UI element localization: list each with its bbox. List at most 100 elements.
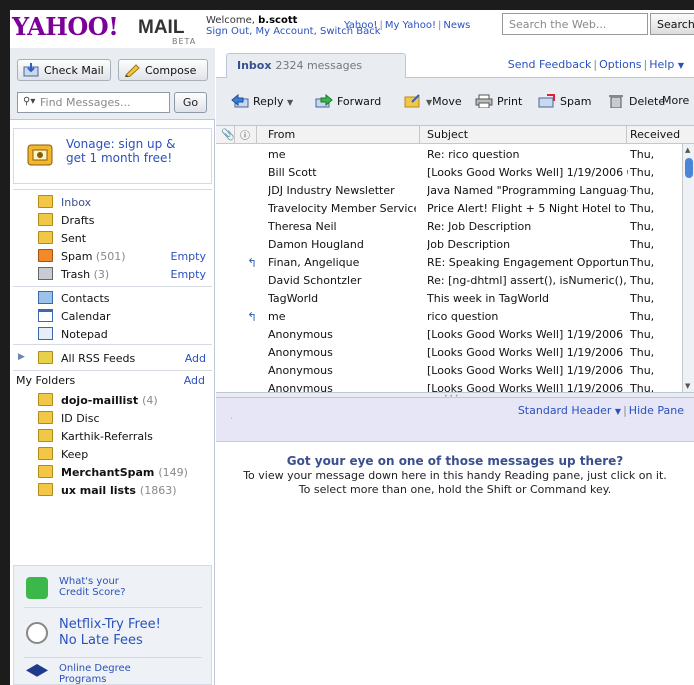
help-dropdown-icon[interactable]: ▼ (678, 61, 684, 70)
news-link[interactable]: News (443, 20, 470, 31)
reply-button[interactable]: Reply ▼ (231, 94, 293, 108)
my-account-link[interactable]: My Account, (256, 26, 317, 37)
my-folder-item[interactable]: MerchantSpam (149) (10, 464, 215, 482)
yahoo-mail-logo[interactable]: YAHOO! MAIL BETA (12, 12, 195, 46)
folder-icon (38, 483, 53, 496)
main-panel: Inbox 2324 messages Send Feedback | Options… (216, 48, 694, 685)
message-subject: Re: rico question (427, 148, 520, 161)
table-row[interactable]: TagWorld This week in TagWorld Thu, (216, 289, 683, 307)
my-folder-label: ux mail lists (61, 484, 136, 497)
check-mail-button[interactable]: Check Mail (17, 59, 111, 81)
folder-label: Trash (3) (61, 268, 110, 281)
scroll-up-icon[interactable]: ▲ (685, 146, 690, 154)
vonage-promo[interactable]: Vonage: sign up & get 1 month free! (13, 128, 212, 184)
tab-bar: Inbox 2324 messages Send Feedback | Options… (216, 48, 694, 79)
add-rss-link[interactable]: Add (185, 352, 206, 365)
folder-icon (38, 447, 53, 460)
attachment-column-icon[interactable]: 📎 (221, 128, 235, 141)
table-row[interactable]: ↰ Finan, Angelique RE: Speaking Engagement… (216, 253, 683, 271)
find-placeholder: Find Messages... (40, 96, 131, 109)
reading-pane: Got your eye on one of those messages up… (216, 442, 694, 685)
table-row[interactable]: Anonymous [Looks Good Works Well] 1/19/20… (216, 361, 683, 379)
message-from: me (268, 310, 286, 323)
table-row[interactable]: Anonymous [Looks Good Works Well] 1/19/20… (216, 379, 683, 392)
help-link[interactable]: Help (649, 58, 674, 71)
table-row[interactable]: ↰ me rico question Thu, (216, 307, 683, 325)
table-row[interactable]: Anonymous [Looks Good Works Well] 1/19/20… (216, 325, 683, 343)
message-date: Thu, (628, 382, 668, 392)
spam-button[interactable]: Spam (538, 94, 591, 108)
scroll-down-icon[interactable]: ▼ (685, 382, 690, 390)
message-date: Thu, (628, 328, 668, 341)
folder-trash[interactable]: Trash (3) Empty (10, 266, 215, 284)
my-folder-item[interactable]: dojo-maillist (4) (10, 392, 215, 410)
message-subject: This week in TagWorld (427, 292, 550, 305)
empty-spam-link[interactable]: Empty (171, 250, 206, 263)
more-button[interactable]: More (662, 94, 689, 107)
add-folder-link[interactable]: Add (184, 374, 205, 387)
reply-dropdown-icon: ▼ (286, 98, 294, 107)
message-list-header: 📎 ⓘ From Subject Received (216, 126, 694, 144)
rss-label: All RSS Feeds (61, 352, 136, 365)
reading-pane-header: · Standard Header ▼ | Hide Pane (216, 398, 694, 442)
message-subject: [Looks Good Works Well] 1/19/2006 10:22: (427, 328, 642, 341)
my-folder-item[interactable]: Karthik-Referrals (10, 428, 215, 446)
my-folder-item[interactable]: ID Disc (10, 410, 215, 428)
contacts-icon (38, 291, 53, 304)
message-subject: rico question (427, 310, 499, 323)
received-column-header[interactable]: Received (630, 128, 680, 141)
table-row[interactable]: Damon Hougland Job Description Thu, (216, 235, 683, 253)
web-search-input[interactable]: Search the Web... (502, 13, 648, 35)
from-column-header[interactable]: From (268, 128, 295, 141)
message-date: Thu, (628, 310, 668, 323)
flag-column-icon[interactable]: ⓘ (240, 127, 250, 142)
web-search-button[interactable]: Search (650, 13, 694, 35)
print-button[interactable]: Print (475, 94, 522, 108)
folder-sent[interactable]: Sent (10, 230, 215, 248)
table-row[interactable]: Bill Scott [Looks Good Works Well] 1/19/2… (216, 163, 683, 181)
table-row[interactable]: David Schontzler Re: [ng-dhtml] assert(),… (216, 271, 683, 289)
forward-button[interactable]: Forward (315, 94, 381, 108)
folder-spam[interactable]: Spam (501) Empty (10, 248, 215, 266)
ad-netflix[interactable]: Netflix-Try Free! No Late Fees (14, 614, 211, 652)
sign-out-link[interactable]: Sign Out, (206, 26, 252, 37)
ad-credit-score[interactable]: What's your Credit Score? (14, 572, 211, 604)
folder-drafts[interactable]: Drafts (10, 212, 215, 230)
table-row[interactable]: Anonymous [Looks Good Works Well] 1/19/20… (216, 343, 683, 361)
app-notepad[interactable]: Notepad (10, 326, 215, 344)
folder-icon (38, 465, 53, 478)
move-button[interactable]: ▼Move (404, 94, 462, 108)
my-yahoo-link[interactable]: My Yahoo! (385, 20, 436, 31)
message-from: Anonymous (268, 328, 333, 341)
options-link[interactable]: Options (599, 58, 641, 71)
my-folder-item[interactable]: ux mail lists (1863) (10, 482, 215, 500)
scroll-thumb[interactable] (685, 158, 693, 178)
app-contacts[interactable]: Contacts (10, 290, 215, 308)
message-date: Thu, (628, 256, 668, 269)
message-subject: Price Alert! Flight + 5 Night Hotel to H… (427, 202, 642, 215)
send-feedback-link[interactable]: Send Feedback (508, 58, 592, 71)
table-row[interactable]: JDJ Industry Newsletter Java Named "Progr… (216, 181, 683, 199)
go-button[interactable]: Go (174, 92, 207, 113)
my-folder-item[interactable]: Keep (10, 446, 215, 464)
message-list-scrollbar[interactable]: ▲ ▼ (682, 144, 694, 392)
folder-label: Drafts (61, 214, 95, 227)
delete-button[interactable]: Delete (607, 94, 665, 108)
table-row[interactable]: me Re: rico question Thu, (216, 145, 683, 163)
app-calendar[interactable]: Calendar (10, 308, 215, 326)
expand-arrow-icon[interactable]: ▶ (18, 352, 25, 362)
compose-button[interactable]: Compose (118, 59, 208, 81)
hide-pane-link[interactable]: Hide Pane (629, 404, 684, 417)
yahoo-link[interactable]: Yahoo! (344, 20, 377, 31)
standard-header-dropdown[interactable]: Standard Header (518, 404, 612, 417)
tab-inbox[interactable]: Inbox 2324 messages (226, 53, 406, 79)
ad-online-degree[interactable]: Online Degree Programs (14, 661, 211, 685)
subject-column-header[interactable]: Subject (427, 128, 468, 141)
rss-feeds[interactable]: ▶ All RSS Feeds Add (10, 350, 215, 368)
find-messages-input[interactable]: ⚲▾ Find Messages... (17, 92, 170, 113)
table-row[interactable]: Theresa Neil Re: Job Description Thu, (216, 217, 683, 235)
table-row[interactable]: Travelocity Member Services Price Alert! … (216, 199, 683, 217)
folder-inbox[interactable]: Inbox (10, 194, 215, 212)
empty-trash-link[interactable]: Empty (171, 268, 206, 281)
username: b.scott (258, 15, 298, 26)
